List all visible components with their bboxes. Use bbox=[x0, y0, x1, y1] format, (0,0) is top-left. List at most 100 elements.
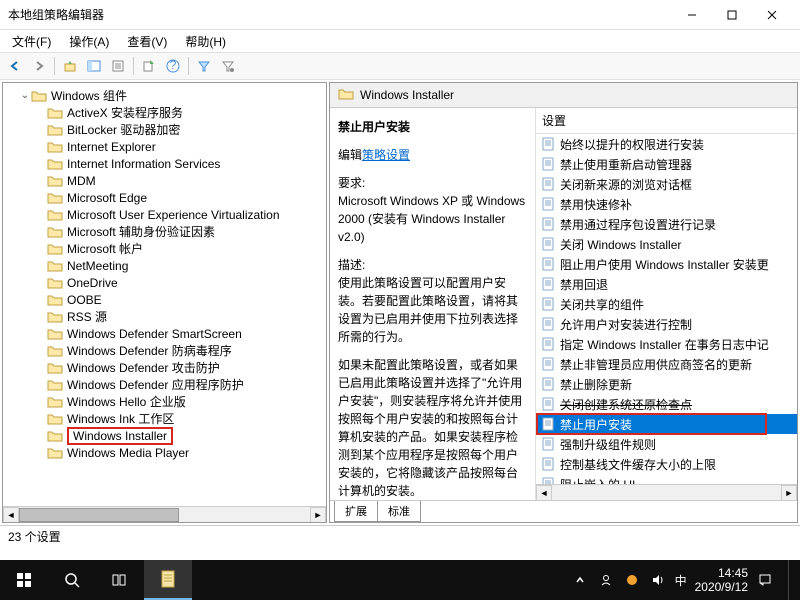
tree-item[interactable]: BitLocker 驱动器加密 bbox=[7, 121, 326, 138]
settings-label: 禁止使用重新启动管理器 bbox=[560, 156, 692, 173]
tab-standard[interactable]: 标准 bbox=[378, 501, 421, 522]
back-button[interactable] bbox=[4, 55, 26, 77]
task-view-button[interactable] bbox=[96, 560, 144, 600]
filter-button[interactable] bbox=[193, 55, 215, 77]
tree-item[interactable]: Windows Hello 企业版 bbox=[7, 393, 326, 410]
folder-icon bbox=[47, 276, 63, 290]
settings-item[interactable]: 禁止非管理员应用供应商签名的更新 bbox=[536, 354, 797, 374]
chevron-down-icon[interactable]: ⌄ bbox=[19, 90, 31, 101]
tree-item[interactable]: Windows Installer bbox=[7, 427, 326, 444]
settings-list[interactable]: 始终以提升的权限进行安装禁止使用重新启动管理器关闭新来源的浏览对话框禁用快速修补… bbox=[536, 134, 797, 484]
settings-item[interactable]: 关闭新来源的浏览对话框 bbox=[536, 174, 797, 194]
tree-item[interactable]: Microsoft User Experience Virtualization bbox=[7, 206, 326, 223]
tree-item[interactable]: Windows Defender 攻击防护 bbox=[7, 359, 326, 376]
settings-item[interactable]: 禁止删除更新 bbox=[536, 374, 797, 394]
edit-policy-link[interactable]: 策略设置 bbox=[362, 148, 410, 162]
settings-item[interactable]: 禁止用户安装 bbox=[536, 414, 797, 434]
forward-button[interactable] bbox=[28, 55, 50, 77]
clock[interactable]: 14:45 2020/9/12 bbox=[695, 566, 748, 595]
menu-action[interactable]: 操作(A) bbox=[61, 31, 117, 52]
tree-item[interactable]: ActiveX 安装程序服务 bbox=[7, 104, 326, 121]
tray-volume-icon[interactable] bbox=[649, 571, 667, 589]
folder-icon bbox=[47, 378, 63, 392]
show-hide-tree-button[interactable] bbox=[83, 55, 105, 77]
tree-item[interactable]: Microsoft 辅助身份验证因素 bbox=[7, 223, 326, 240]
settings-item[interactable]: 允许用户对安装进行控制 bbox=[536, 314, 797, 334]
tray-security-icon[interactable] bbox=[623, 571, 641, 589]
tree-item[interactable]: OOBE bbox=[7, 291, 326, 308]
tree-label: Microsoft Edge bbox=[67, 191, 147, 205]
toolbar-separator bbox=[133, 57, 134, 75]
tray-chevron-up-icon[interactable] bbox=[571, 571, 589, 589]
start-button[interactable] bbox=[0, 560, 48, 600]
settings-horizontal-scrollbar[interactable]: ◄ ► bbox=[536, 484, 797, 500]
maximize-button[interactable] bbox=[712, 1, 752, 29]
tree-item[interactable]: OneDrive bbox=[7, 274, 326, 291]
settings-item[interactable]: 关闭共享的组件 bbox=[536, 294, 797, 314]
settings-item[interactable]: 禁用通过程序包设置进行记录 bbox=[536, 214, 797, 234]
tree-item[interactable]: Microsoft 帐户 bbox=[7, 240, 326, 257]
tree-item[interactable]: Microsoft Edge bbox=[7, 189, 326, 206]
menu-file[interactable]: 文件(F) bbox=[4, 31, 59, 52]
tab-extended[interactable]: 扩展 bbox=[334, 501, 378, 522]
scroll-left-button[interactable]: ◄ bbox=[3, 507, 19, 523]
scroll-left-button[interactable]: ◄ bbox=[536, 485, 552, 501]
settings-item[interactable]: 阻止嵌入的 UI bbox=[536, 474, 797, 484]
tree-item[interactable]: Windows Media Player bbox=[7, 444, 326, 461]
tree-item[interactable]: NetMeeting bbox=[7, 257, 326, 274]
tree-label: Windows Defender 防病毒程序 bbox=[67, 344, 232, 358]
tree-item[interactable]: Internet Information Services bbox=[7, 155, 326, 172]
search-button[interactable] bbox=[48, 560, 96, 600]
settings-item[interactable]: 关闭 Windows Installer bbox=[536, 234, 797, 254]
tree-label: OneDrive bbox=[67, 276, 118, 290]
up-button[interactable] bbox=[59, 55, 81, 77]
notifications-button[interactable] bbox=[756, 571, 774, 589]
tree-item[interactable]: RSS 源 bbox=[7, 308, 326, 325]
menu-view[interactable]: 查看(V) bbox=[119, 31, 175, 52]
view-tabs: 扩展 标准 bbox=[330, 500, 797, 522]
folder-icon bbox=[47, 293, 63, 307]
folder-icon bbox=[47, 361, 63, 375]
minimize-button[interactable] bbox=[672, 1, 712, 29]
settings-item[interactable]: 控制基线文件缓存大小的上限 bbox=[536, 454, 797, 474]
properties-button[interactable] bbox=[107, 55, 129, 77]
tree-label: Windows Defender 攻击防护 bbox=[67, 361, 220, 375]
help-button[interactable]: ? bbox=[162, 55, 184, 77]
settings-label: 关闭 Windows Installer bbox=[560, 236, 681, 253]
tree-item[interactable]: Windows Defender 防病毒程序 bbox=[7, 342, 326, 359]
close-button[interactable] bbox=[752, 1, 792, 29]
settings-item[interactable]: 禁用快速修补 bbox=[536, 194, 797, 214]
settings-item[interactable]: 禁止使用重新启动管理器 bbox=[536, 154, 797, 174]
ime-indicator[interactable]: 中 bbox=[675, 572, 687, 589]
tree-item[interactable]: Windows Defender SmartScreen bbox=[7, 325, 326, 342]
tree-item[interactable]: Internet Explorer bbox=[7, 138, 326, 155]
settings-column-header[interactable]: 设置 bbox=[536, 108, 797, 134]
scroll-thumb[interactable] bbox=[19, 508, 179, 522]
edit-policy-line: 编辑策略设置 bbox=[338, 146, 527, 164]
tree-item[interactable]: MDM bbox=[7, 172, 326, 189]
settings-item[interactable]: 始终以提升的权限进行安装 bbox=[536, 134, 797, 154]
settings-item[interactable]: 阻止用户使用 Windows Installer 安装更 bbox=[536, 254, 797, 274]
taskbar-app-gpedit[interactable] bbox=[144, 560, 192, 600]
policy-icon bbox=[540, 256, 556, 272]
tree-horizontal-scrollbar[interactable]: ◄ ► bbox=[3, 506, 326, 522]
scroll-right-button[interactable]: ► bbox=[781, 485, 797, 501]
tree-label: Windows Defender SmartScreen bbox=[67, 327, 242, 341]
settings-item[interactable]: 关闭创建系统还原检查点 bbox=[536, 394, 797, 414]
policy-icon bbox=[540, 136, 556, 152]
scroll-right-button[interactable]: ► bbox=[310, 507, 326, 523]
tree-pane: ⌄Windows 组件ActiveX 安装程序服务BitLocker 驱动器加密… bbox=[2, 82, 327, 523]
policy-icon bbox=[540, 376, 556, 392]
filter-options-button[interactable] bbox=[217, 55, 239, 77]
settings-item[interactable]: 指定 Windows Installer 在事务日志中记 bbox=[536, 334, 797, 354]
tree-root[interactable]: ⌄Windows 组件 bbox=[7, 87, 326, 104]
tree-item[interactable]: Windows Ink 工作区 bbox=[7, 410, 326, 427]
settings-item[interactable]: 强制升级组件规则 bbox=[536, 434, 797, 454]
tree-item[interactable]: Windows Defender 应用程序防护 bbox=[7, 376, 326, 393]
menu-help[interactable]: 帮助(H) bbox=[177, 31, 234, 52]
tray-people-icon[interactable] bbox=[597, 571, 615, 589]
tree[interactable]: ⌄Windows 组件ActiveX 安装程序服务BitLocker 驱动器加密… bbox=[3, 83, 326, 522]
export-button[interactable] bbox=[138, 55, 160, 77]
show-desktop-button[interactable] bbox=[788, 560, 794, 600]
settings-item[interactable]: 禁用回退 bbox=[536, 274, 797, 294]
